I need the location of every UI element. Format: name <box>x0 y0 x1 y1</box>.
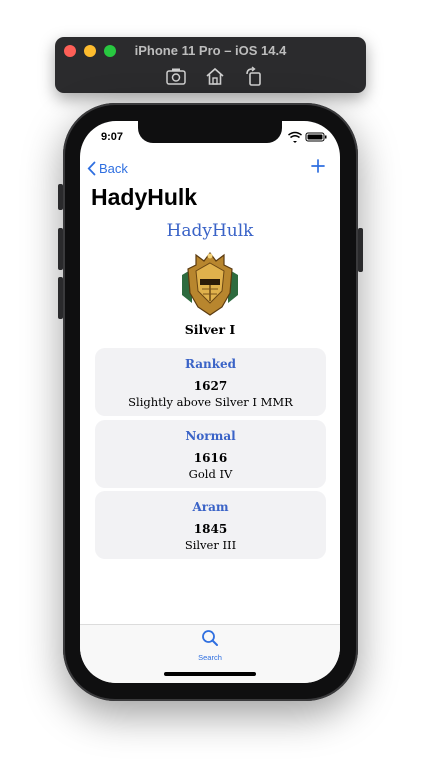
status-icons <box>288 130 328 143</box>
tier-label: Silver I <box>184 322 236 337</box>
back-label: Back <box>99 160 128 176</box>
rank-emblem-icon <box>178 249 242 317</box>
mute-switch <box>58 184 63 210</box>
plus-icon <box>311 159 325 173</box>
volume-down-button <box>58 277 63 319</box>
status-time: 9:07 <box>101 131 124 143</box>
queue-card-ranked[interactable]: Ranked 1627 Slightly above Silver I MMR <box>95 348 326 416</box>
chevron-left-icon <box>87 161 96 175</box>
queue-description: Slightly above Silver I MMR <box>128 395 293 409</box>
queue-title: Normal <box>185 429 236 443</box>
simulator-toolbar: iPhone 11 Pro – iOS 14.4 <box>55 37 366 93</box>
battery-icon <box>305 132 327 142</box>
simulator-title: iPhone 11 Pro – iOS 14.4 <box>134 43 287 58</box>
tab-bar: Search <box>80 624 340 683</box>
screenshot-icon[interactable] <box>165 65 187 87</box>
tab-search-label: Search <box>198 653 222 662</box>
power-button <box>358 228 363 272</box>
queue-card-aram[interactable]: Aram 1845 Silver III <box>95 491 326 559</box>
queue-title: Aram <box>192 500 229 514</box>
queue-mmr: 1627 <box>193 379 228 393</box>
queue-mmr: 1845 <box>193 522 228 536</box>
rotate-icon[interactable] <box>243 65 265 87</box>
phone-screen: 9:07 Back HadyHulk HadyHulk Silver I Ran… <box>80 121 340 683</box>
tab-search[interactable]: Search <box>190 629 230 662</box>
queue-description: Gold IV <box>188 467 233 481</box>
notch <box>138 121 282 143</box>
search-icon <box>202 630 218 646</box>
home-icon[interactable] <box>204 65 226 87</box>
queue-title: Ranked <box>184 357 237 371</box>
add-button[interactable] <box>308 156 328 176</box>
queue-card-normal[interactable]: Normal 1616 Gold IV <box>95 420 326 488</box>
queue-mmr: 1616 <box>193 451 228 465</box>
wifi-icon <box>288 131 302 143</box>
page-title: HadyHulk <box>91 184 198 210</box>
back-button[interactable]: Back <box>87 158 128 178</box>
queue-description: Silver III <box>184 538 237 552</box>
summoner-name: HadyHulk <box>166 221 254 241</box>
volume-up-button <box>58 228 63 270</box>
home-indicator <box>164 672 256 676</box>
